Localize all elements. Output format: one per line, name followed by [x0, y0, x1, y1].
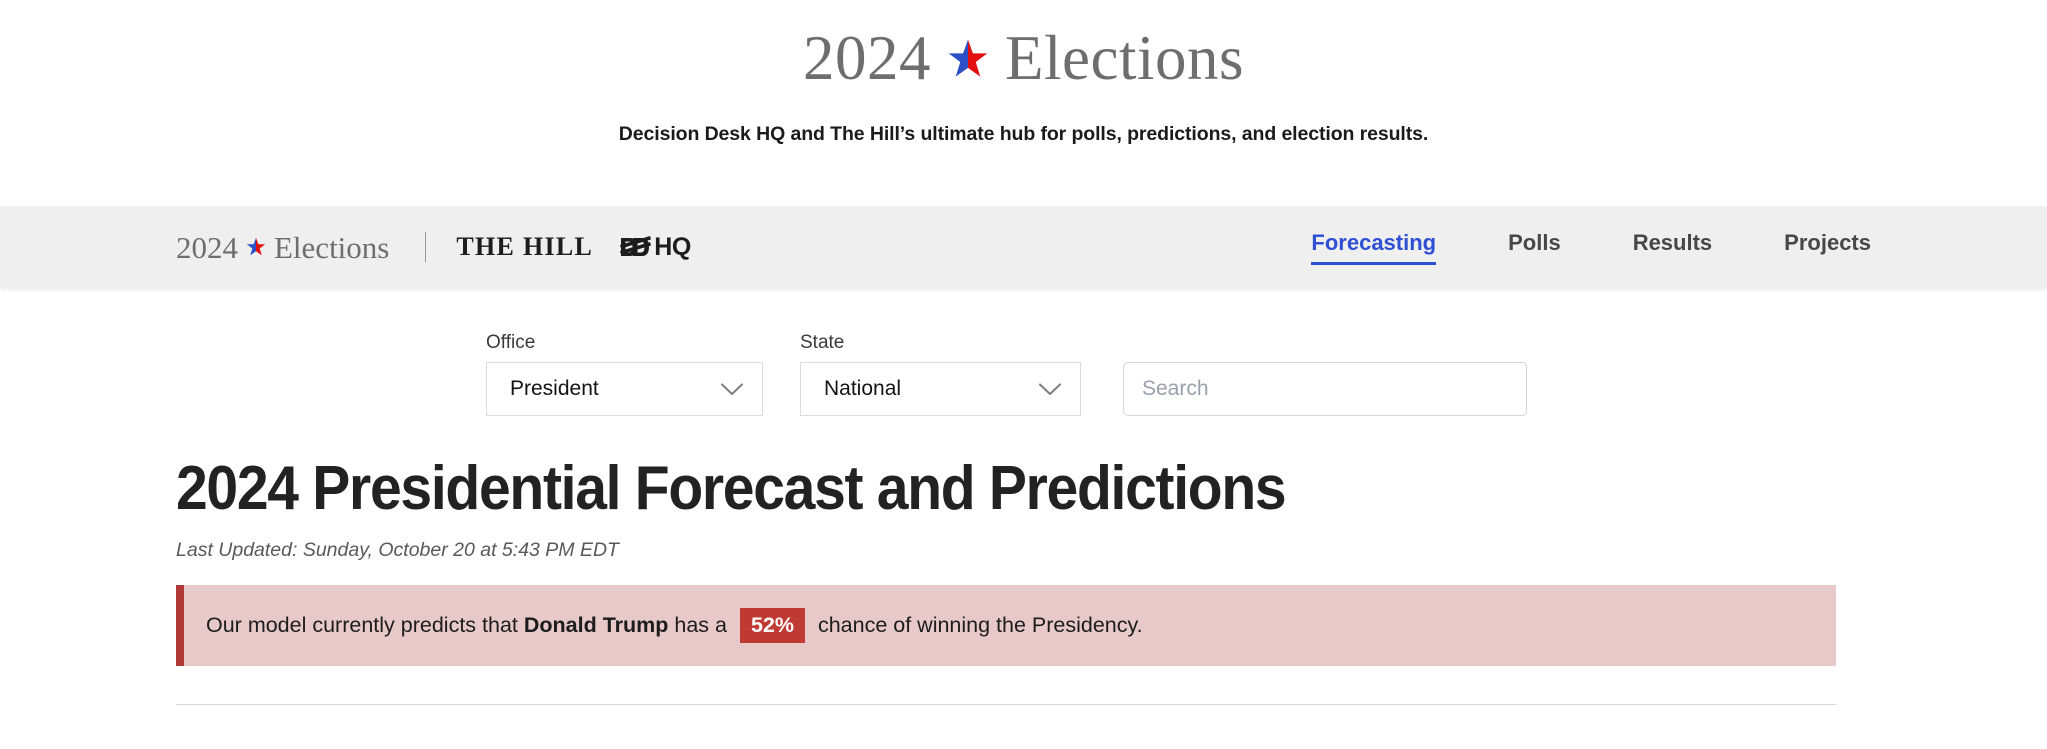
- site-logo[interactable]: 2024 Elections: [803, 27, 1244, 90]
- prediction-callout: Our model currently predicts that Donald…: [176, 585, 1836, 667]
- callout-tail: chance of winning the Presidency.: [811, 613, 1143, 638]
- nav-link-projects[interactable]: Projects: [1784, 229, 1871, 265]
- page-content: Office President State National Search 2…: [0, 288, 2047, 706]
- site-logo-year: 2024: [803, 23, 932, 93]
- section-divider: [176, 704, 1836, 706]
- nav-link-results[interactable]: Results: [1633, 229, 1712, 265]
- navbar-logo-word: Elections: [274, 229, 390, 265]
- last-updated-text: Last Updated: Sunday, October 20 at 5:43…: [176, 539, 619, 562]
- search-field[interactable]: [1123, 362, 1527, 416]
- chevron-down-icon: [1039, 382, 1061, 396]
- navbar-inner: 2024 Elections THE HILL HQ Forecasting P…: [0, 229, 2047, 265]
- the-hill-logo[interactable]: THE HILL: [456, 232, 593, 262]
- navbar-brand-group: 2024 Elections THE HILL HQ: [176, 232, 691, 263]
- split-star-icon: [947, 38, 989, 80]
- office-select-value: President: [510, 377, 599, 400]
- callout-middle: has a: [668, 613, 733, 638]
- navbar-links: Forecasting Polls Results Projects: [1239, 229, 1871, 265]
- callout-candidate-name: Donald Trump: [523, 613, 669, 638]
- office-label: Office: [486, 332, 536, 353]
- state-field: State National: [800, 332, 1081, 416]
- site-logo-word: Elections: [1005, 23, 1244, 93]
- state-select[interactable]: National: [800, 362, 1081, 416]
- navbar-logo[interactable]: 2024 Elections: [176, 232, 389, 263]
- split-star-icon-small: [246, 237, 266, 257]
- state-select-value: National: [824, 377, 902, 400]
- nav-link-polls[interactable]: Polls: [1508, 229, 1561, 265]
- win-probability-badge: 52%: [739, 607, 805, 644]
- ddhq-mark-icon: [620, 234, 656, 260]
- state-label: State: [800, 332, 845, 353]
- site-tagline: Decision Desk HQ and The Hill’s ultimate…: [618, 123, 1429, 145]
- nav-link-forecasting[interactable]: Forecasting: [1311, 229, 1437, 265]
- masthead: 2024 Elections Decision Desk HQ and The …: [0, 0, 2047, 206]
- main-navbar: 2024 Elections THE HILL HQ Forecasting P…: [0, 206, 2047, 288]
- ddhq-logo-text: HQ: [654, 232, 691, 261]
- filter-bar: Office President State National: [176, 288, 1871, 416]
- prediction-callout-text: Our model currently predicts that Donald…: [206, 607, 1143, 644]
- office-select[interactable]: President: [486, 362, 763, 416]
- ddhq-logo[interactable]: HQ: [620, 233, 691, 262]
- search-input[interactable]: [1140, 376, 1510, 402]
- chevron-down-icon: [721, 382, 743, 396]
- callout-lead: Our model currently predicts that: [206, 613, 524, 638]
- office-field: Office President: [486, 332, 763, 416]
- navbar-logo-year: 2024: [176, 229, 238, 265]
- page-title: 2024 Presidential Forecast and Predictio…: [176, 454, 1287, 523]
- navbar-divider: [425, 232, 427, 262]
